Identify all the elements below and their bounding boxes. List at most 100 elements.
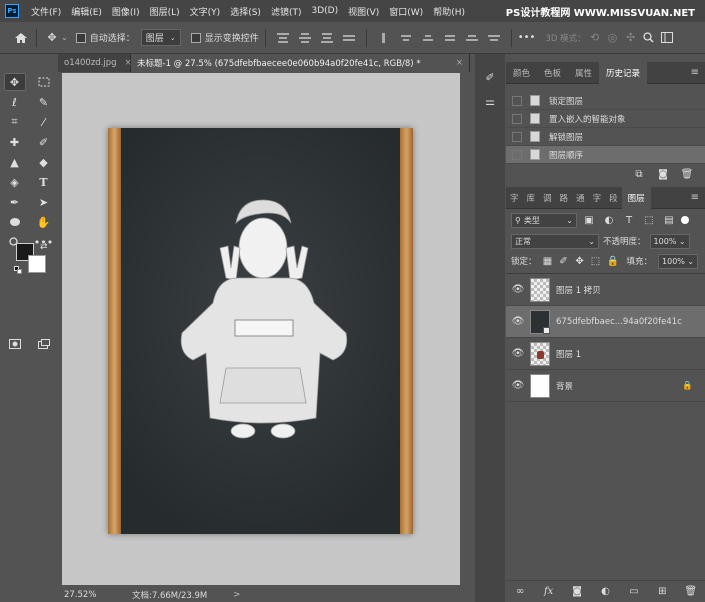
- panel-menu-icon[interactable]: ≡: [691, 192, 699, 203]
- fill-input[interactable]: 100% ⌄: [658, 253, 699, 269]
- auto-select-dropdown[interactable]: 图层 ⌄: [140, 29, 181, 46]
- tab-adjust[interactable]: 调: [539, 187, 556, 209]
- clone-stamp-tool-icon[interactable]: ▲: [4, 153, 26, 171]
- layer-filter-dropdown[interactable]: ⚲ 类型 ⌄: [511, 212, 577, 228]
- brush-tool-icon[interactable]: ✐: [33, 133, 55, 151]
- group-icon[interactable]: ▭: [626, 586, 642, 597]
- search-icon[interactable]: [640, 29, 658, 47]
- marquee-tool-icon[interactable]: [33, 73, 55, 91]
- trash-icon[interactable]: 🗑: [683, 586, 699, 597]
- menu-view[interactable]: 视图(V): [348, 5, 379, 18]
- adjustment-layer-icon[interactable]: ◐: [597, 586, 613, 597]
- path-select-tool-icon[interactable]: ➤: [33, 193, 55, 211]
- healing-brush-tool-icon[interactable]: ✚: [4, 133, 26, 151]
- menu-layer[interactable]: 图层(L): [150, 5, 180, 18]
- quick-mask-icon[interactable]: [4, 335, 26, 353]
- layer-row[interactable]: 👁 图层 1: [506, 338, 705, 370]
- checkbox-icon[interactable]: [75, 32, 86, 43]
- show-transform-checkbox[interactable]: 显示变换控件: [190, 31, 259, 44]
- layer-row-selected[interactable]: 👁 675dfebfbaec...94a0f20fe41c: [506, 306, 705, 338]
- blend-mode-dropdown[interactable]: 正常 ⌄: [511, 233, 599, 249]
- workspace-icon[interactable]: [658, 29, 676, 47]
- ellipse-tool-icon[interactable]: [4, 213, 26, 231]
- eye-icon[interactable]: 👁: [506, 316, 530, 327]
- checkbox-icon[interactable]: [512, 131, 522, 142]
- menu-3d[interactable]: 3D(D): [311, 6, 338, 16]
- checkbox-icon[interactable]: [512, 95, 522, 106]
- panel-menu-icon[interactable]: ≡: [691, 67, 699, 78]
- zoom-level[interactable]: 27.52%: [64, 590, 108, 600]
- align-left-icon[interactable]: [342, 32, 356, 44]
- checkbox-icon[interactable]: [512, 149, 522, 160]
- layer-style-icon[interactable]: fx: [541, 586, 557, 597]
- menu-select[interactable]: 选择(S): [230, 5, 261, 18]
- filter-smart-icon[interactable]: ▤: [661, 215, 677, 226]
- tab-char2[interactable]: 字: [589, 187, 606, 209]
- lasso-tool-icon[interactable]: ℓ: [4, 93, 26, 111]
- history-item[interactable]: 置入嵌入的智能对象: [506, 110, 705, 128]
- distribute-left-icon[interactable]: [377, 32, 391, 44]
- opacity-input[interactable]: 100% ⌄: [649, 233, 690, 249]
- tab-paths[interactable]: 路: [556, 187, 573, 209]
- history-item[interactable]: 锁定图层: [506, 92, 705, 110]
- lock-pixels-icon[interactable]: ✐: [559, 256, 569, 267]
- checkbox-icon[interactable]: [512, 113, 522, 124]
- default-colors-icon[interactable]: [14, 266, 22, 274]
- eye-icon[interactable]: 👁: [506, 348, 530, 359]
- move-tool-icon[interactable]: ✥: [43, 29, 61, 47]
- pan-3d-icon[interactable]: ✣: [622, 29, 640, 47]
- checkbox-icon[interactable]: [190, 32, 201, 43]
- swap-colors-icon[interactable]: ⇄: [40, 242, 48, 252]
- distribute-hcenter-icon[interactable]: [399, 32, 413, 44]
- roll-3d-icon[interactable]: ◎: [604, 29, 622, 47]
- status-menu-arrow[interactable]: >: [233, 590, 240, 600]
- crop-tool-icon[interactable]: ⌗: [4, 113, 26, 131]
- chevron-down-icon[interactable]: ⌄: [61, 33, 68, 42]
- tab-swatches[interactable]: 色板: [537, 62, 568, 84]
- history-item[interactable]: 解锁图层: [506, 128, 705, 146]
- distribute-vcenter-icon[interactable]: [465, 32, 479, 44]
- more-options-icon[interactable]: •••: [518, 32, 536, 43]
- align-vcenter-icon[interactable]: [298, 32, 312, 44]
- camera-icon[interactable]: ◙: [655, 169, 671, 180]
- eye-icon[interactable]: 👁: [506, 380, 530, 391]
- document-canvas[interactable]: [108, 128, 413, 534]
- tab-library[interactable]: 库: [523, 187, 540, 209]
- filter-toggle-icon[interactable]: [681, 216, 689, 224]
- menu-file[interactable]: 文件(F): [31, 5, 61, 18]
- lock-artboard-icon[interactable]: ⬚: [591, 256, 601, 267]
- menu-image[interactable]: 图像(I): [112, 5, 140, 18]
- hand-tool-icon[interactable]: ✋: [33, 213, 55, 231]
- history-item-selected[interactable]: 图层顺序: [506, 146, 705, 164]
- lock-position-icon[interactable]: ✥: [575, 256, 585, 267]
- align-top-icon[interactable]: [276, 32, 290, 44]
- eraser-tool-icon[interactable]: ◆: [33, 153, 55, 171]
- distribute-spacing-icon[interactable]: [443, 32, 457, 44]
- menu-help[interactable]: 帮助(H): [433, 5, 465, 18]
- layer-row[interactable]: 👁 图层 1 拷贝: [506, 274, 705, 306]
- pen-tool-icon[interactable]: ✒: [4, 193, 26, 211]
- tab-char[interactable]: 字: [506, 187, 523, 209]
- move-tool-icon[interactable]: ✥: [3, 73, 26, 91]
- lock-all-icon[interactable]: 🔒: [607, 256, 619, 267]
- close-icon[interactable]: ×: [456, 58, 463, 68]
- filter-adjustment-icon[interactable]: ◐: [601, 215, 617, 226]
- adjustments-icon[interactable]: ⚌: [479, 92, 501, 110]
- layer-row[interactable]: 👁 背景 🔒: [506, 370, 705, 402]
- menu-filter[interactable]: 滤镜(T): [271, 5, 302, 18]
- menu-edit[interactable]: 编辑(E): [71, 5, 102, 18]
- new-layer-icon[interactable]: ⊞: [654, 586, 670, 597]
- link-layers-icon[interactable]: ∞: [512, 586, 528, 597]
- home-icon[interactable]: [12, 29, 30, 47]
- paint-bucket-tool-icon[interactable]: ◈: [4, 173, 26, 191]
- distribute-bottom-icon[interactable]: [487, 32, 501, 44]
- orbit-3d-icon[interactable]: ⟲: [586, 29, 604, 47]
- filter-type-icon[interactable]: T: [621, 215, 637, 226]
- doc-size-info[interactable]: 文档:7.66M/23.9M: [132, 589, 207, 601]
- tab-layers[interactable]: 图层: [621, 186, 651, 209]
- eye-icon[interactable]: 👁: [506, 284, 530, 295]
- lock-transparent-icon[interactable]: ▦: [543, 256, 553, 267]
- tab-o1400zd[interactable]: o1400zd.jpg ×: [58, 54, 132, 72]
- tab-history[interactable]: 历史记录: [599, 61, 648, 84]
- filter-shape-icon[interactable]: ⬚: [641, 215, 657, 226]
